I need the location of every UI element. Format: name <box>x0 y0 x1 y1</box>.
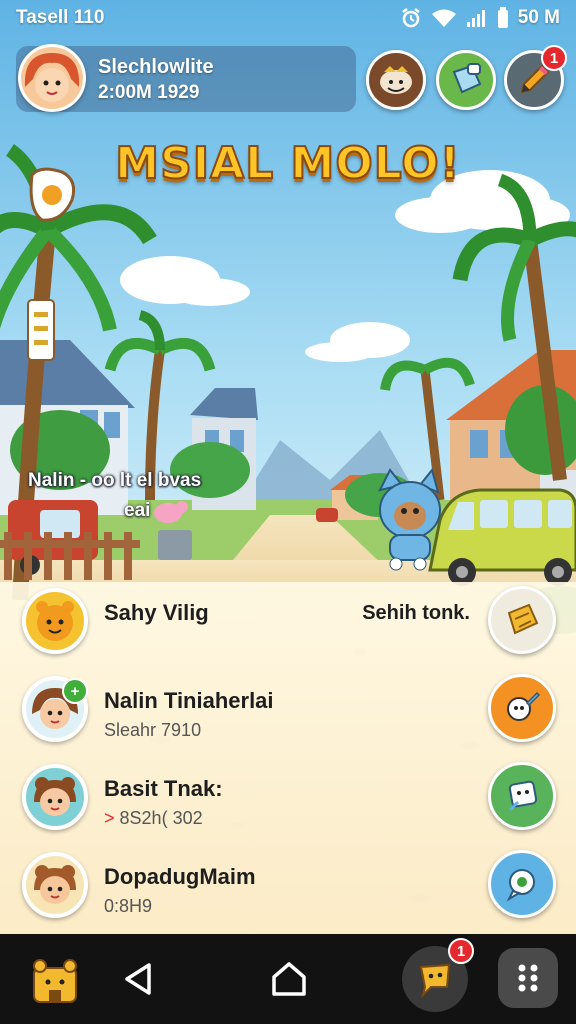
chat-bubble-icon <box>506 869 535 902</box>
mascot-face-icon <box>380 66 412 94</box>
list-item-status: Sehih tonk. <box>362 602 470 624</box>
bear-yellow-icon <box>36 601 74 641</box>
list-item-title: Nalin Tiniaherlai <box>104 688 274 713</box>
carrier-text: Tasell 110 <box>16 7 105 28</box>
bottom-nav-bar: 1 <box>0 934 576 1024</box>
home-character-button[interactable] <box>22 946 88 1012</box>
list-item-subtitle: Sleahr 7910 <box>104 720 202 740</box>
status-bar: Tasell 110 50 M <box>0 0 576 36</box>
chat-button[interactable]: 1 <box>402 938 474 1012</box>
bear-home-icon <box>33 959 77 1003</box>
grid-dots-icon <box>518 964 538 992</box>
home-button[interactable] <box>256 946 322 1012</box>
sticker-note-icon <box>508 780 538 811</box>
bear-tan-icon <box>34 865 76 904</box>
signal-icon <box>466 10 485 27</box>
list-item[interactable]: Basit Tnak: > 8S2h( 302 <box>0 758 576 846</box>
avatar <box>22 764 88 830</box>
online-badge: + <box>62 678 88 704</box>
list-item[interactable]: DopadugMaim 0:8H9 <box>0 846 576 934</box>
list-item-title: Basit Tnak: <box>104 776 223 801</box>
arrow-marker: > <box>104 808 115 828</box>
mascot-button[interactable] <box>366 50 426 110</box>
chat-character-icon <box>419 963 451 999</box>
scene-caption-name: eai <box>124 500 151 521</box>
list-item-action[interactable] <box>488 850 556 918</box>
list-item-subtitle: > 8S2h( 302 <box>104 808 203 828</box>
game-title: MSIAL MOLO! <box>114 137 461 190</box>
alarm-icon <box>402 8 420 28</box>
sticker-icon <box>452 63 482 94</box>
battery-text: 50 M <box>517 7 560 28</box>
avatar <box>22 588 88 654</box>
list-item-action[interactable] <box>488 762 556 830</box>
home-icon <box>272 962 306 996</box>
edit-button[interactable]: 1 <box>504 45 567 110</box>
list-item[interactable]: Sahy Vilig Sehih tonk. <box>0 582 576 670</box>
player-stats: 2:00M 1929 <box>98 82 200 103</box>
battery-icon <box>497 7 508 28</box>
player-avatar[interactable] <box>18 44 86 112</box>
stickers-button[interactable] <box>436 50 496 110</box>
edit-badge: 1 <box>541 45 567 71</box>
wifi-icon <box>431 9 456 27</box>
list-item-title: DopadugMaim <box>104 864 256 889</box>
bear-brown-icon <box>34 777 76 816</box>
chat-badge: 1 <box>448 938 474 964</box>
avatar <box>22 852 88 918</box>
back-button[interactable] <box>106 946 172 1012</box>
player-name: Slechlowlite <box>98 56 214 78</box>
back-triangle-icon <box>125 963 151 995</box>
scene-caption: Nalin - oo lt el bvas <box>28 470 202 491</box>
status-icons: 50 M <box>400 7 560 29</box>
girl-face-icon <box>21 47 83 109</box>
list-item-action[interactable] <box>488 586 556 654</box>
list-item-action[interactable] <box>488 674 556 742</box>
star-map-icon <box>507 603 539 635</box>
list-item-title: Sahy Vilig <box>104 600 209 625</box>
menu-button[interactable] <box>498 948 558 1008</box>
character-pen-icon <box>507 691 541 721</box>
list-item[interactable]: + Nalin Tiniaherlai Sleahr 7910 <box>0 670 576 758</box>
list-item-subtitle: 0:8H9 <box>104 896 153 916</box>
